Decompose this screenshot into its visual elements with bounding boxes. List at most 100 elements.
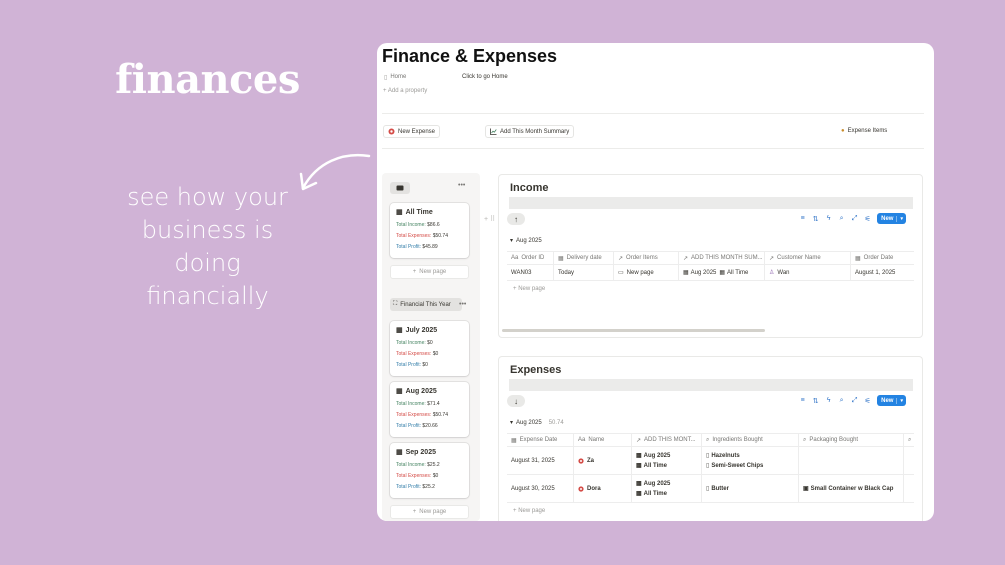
alltime-chip[interactable]: ▦ All Time: [719, 269, 749, 277]
group-header[interactable]: ⛶ Financial This Year: [390, 298, 462, 311]
expense-date-cell[interactable]: August 30, 2025: [507, 475, 574, 502]
column-header[interactable]: ⌕: [904, 434, 914, 446]
column-header[interactable]: ⌕ Ingredients Bought: [702, 434, 799, 446]
column-header[interactable]: ↗ ADD THIS MONTH SUM...: [679, 252, 765, 264]
chevron-down-icon[interactable]: ▾: [896, 215, 906, 222]
summary-card-all-time[interactable]: ▦ All Time Total Income: $86.6 Total Expe…: [390, 203, 469, 258]
add-property-button[interactable]: + Add a property: [383, 88, 427, 94]
column-header[interactable]: ▦ Order Date: [851, 252, 914, 264]
expand-icon[interactable]: ⤢: [851, 397, 858, 405]
column-header[interactable]: Aa Name: [574, 434, 632, 446]
gallery-view-button[interactable]: [390, 182, 410, 194]
new-expense-button[interactable]: New Expense: [383, 125, 441, 138]
month-chip[interactable]: ▦ Aug 2025: [636, 452, 671, 460]
expenses-new-button[interactable]: New ▾: [877, 395, 906, 406]
add-summary-button[interactable]: Add This Month Summary: [485, 125, 575, 138]
table-row[interactable]: WAN03 Today ▭ New page ▦ Aug 2025 ▦ All Tim…: [507, 265, 914, 281]
settings-icon[interactable]: ⚟: [864, 215, 871, 223]
table-row[interactable]: August 31, 2025 Za ▦ Aug 2025 ▦ All Time ▯…: [507, 447, 914, 475]
expenses-group-toggle[interactable]: ▾ Aug 2025 50.74: [510, 419, 564, 427]
month-chip-label: Aug 2025: [643, 452, 671, 459]
name-cell[interactable]: Za: [574, 447, 632, 474]
notion-window: Finance & Expenses ▯ Home Click to go Ho…: [377, 43, 934, 521]
column-label: Name: [588, 437, 605, 443]
settings-icon[interactable]: ⚟: [864, 397, 871, 405]
drag-handle-icon[interactable]: + ⠿: [484, 215, 495, 223]
summary-card[interactable]: ▦ Sep 2025 Total Income: $25.2 Total Expe…: [390, 443, 469, 498]
packaging-chip[interactable]: ▣ Small Container w Black Cap: [803, 485, 893, 493]
calendar-icon: ▦: [636, 491, 642, 497]
summary-card[interactable]: ▦ July 2025 Total Income: $0 Total Expens…: [390, 321, 469, 376]
summary-card[interactable]: ▦ Aug 2025 Total Income: $71.4 Total Expe…: [390, 382, 469, 437]
month-chip[interactable]: ▦ Aug 2025: [636, 480, 671, 488]
name-cell[interactable]: Dora: [574, 475, 632, 502]
chevron-down-icon[interactable]: ▾: [896, 397, 906, 404]
new-page-button[interactable]: + New page: [390, 265, 469, 279]
alltime-chip[interactable]: ▦ All Time: [636, 462, 667, 470]
month-chip[interactable]: ▦ Aug 2025: [683, 269, 717, 277]
month-cell[interactable]: ▦ Aug 2025 ▦ All Time: [632, 475, 702, 502]
income-title: Income: [510, 182, 549, 194]
order-id-cell[interactable]: WAN03: [507, 265, 554, 280]
new-page-button[interactable]: + New page: [390, 505, 469, 519]
alltime-chip[interactable]: ▦ All Time: [636, 490, 667, 498]
packaging-cell[interactable]: ▣ Small Container w Black Cap: [799, 475, 904, 502]
order-items-cell[interactable]: ▭ New page: [614, 265, 679, 280]
horizontal-scrollbar[interactable]: [502, 329, 912, 333]
extra-cell[interactable]: [904, 447, 914, 474]
table-row[interactable]: August 30, 2025 Dora ▦ Aug 2025 ▦ All Time…: [507, 475, 914, 503]
expand-icon[interactable]: ⤢: [851, 215, 858, 223]
column-header[interactable]: ↗ Order Items: [614, 252, 679, 264]
search-icon[interactable]: ⌕: [838, 215, 845, 223]
more-options-icon[interactable]: •••: [458, 182, 465, 189]
lightning-icon[interactable]: ϟ: [825, 397, 832, 404]
column-header[interactable]: Aa Order ID: [507, 252, 554, 264]
expense-items-link[interactable]: ● Expense Items: [837, 124, 892, 137]
ingredient-chip[interactable]: ▯ Semi-Sweet Chips: [706, 462, 763, 470]
sort-icon[interactable]: ⇅: [812, 397, 819, 405]
card-title: All Time: [405, 208, 433, 216]
ingredients-cell[interactable]: ▯ Hazelnuts ▯ Semi-Sweet Chips: [702, 447, 799, 474]
column-header[interactable]: ▦ Expense Date: [507, 434, 574, 446]
order-date-cell[interactable]: August 1, 2025: [851, 265, 914, 280]
month-cell[interactable]: ▦ Aug 2025 ▦ All Time: [632, 447, 702, 474]
extra-cell[interactable]: [904, 475, 914, 502]
income-new-button[interactable]: New ▾: [877, 213, 906, 224]
customer-cell[interactable]: ♙ Wan: [765, 265, 851, 280]
add-row-button[interactable]: + New page: [513, 286, 545, 292]
month-chip-label: Aug 2025: [643, 480, 671, 487]
home-link[interactable]: Click to go Home: [459, 72, 511, 82]
search-icon[interactable]: ⌕: [838, 397, 845, 405]
expenses-value: $50.74: [432, 412, 448, 418]
column-header[interactable]: ↗ Customer Name: [765, 252, 851, 264]
scroll-thumb[interactable]: [502, 329, 765, 332]
month-chip-label: Aug 2025: [690, 269, 717, 276]
column-header[interactable]: ▦ Delivery date: [554, 252, 614, 264]
expense-date-cell[interactable]: August 31, 2025: [507, 447, 574, 474]
filter-icon[interactable]: ≡: [799, 215, 806, 222]
column-header[interactable]: ⌕ Packaging Bought: [799, 434, 904, 446]
sort-descending-button[interactable]: ↓: [507, 395, 525, 407]
ingredient-chip[interactable]: ▯ Hazelnuts: [706, 452, 740, 460]
packaging-cell[interactable]: [799, 447, 904, 474]
month-summary-cell[interactable]: ▦ Aug 2025 ▦ All Time: [679, 265, 765, 280]
lightning-icon[interactable]: ϟ: [825, 215, 832, 222]
income-group-toggle[interactable]: ▾ Aug 2025: [510, 237, 542, 245]
delivery-cell[interactable]: Today: [554, 265, 614, 280]
ingredients-cell[interactable]: ▯ Butter: [702, 475, 799, 502]
search-icon: ⌕: [803, 436, 807, 443]
filter-icon[interactable]: ≡: [799, 397, 806, 404]
more-options-icon[interactable]: •••: [459, 301, 466, 308]
card-title: Aug 2025: [405, 387, 437, 395]
ingredient-chip[interactable]: ▯ Butter: [706, 485, 729, 493]
summary-gallery: ••• ▦ All Time Total Income: $86.6 Total …: [382, 173, 480, 521]
income-table-header: Aa Order ID ▦ Delivery date ↗ Order Items ↗…: [507, 251, 914, 265]
add-row-button[interactable]: + New page: [513, 508, 545, 514]
arrow-down-icon: ↓: [514, 396, 518, 406]
expenses-value: $50.74: [432, 233, 448, 239]
expenses-label: Total Expenses:: [396, 351, 432, 357]
sort-icon[interactable]: ⇅: [812, 215, 819, 223]
column-header[interactable]: ↗ ADD THIS MONT...: [632, 434, 702, 446]
alltime-chip-label: All Time: [727, 269, 749, 276]
sort-ascending-button[interactable]: ↑: [507, 213, 525, 225]
